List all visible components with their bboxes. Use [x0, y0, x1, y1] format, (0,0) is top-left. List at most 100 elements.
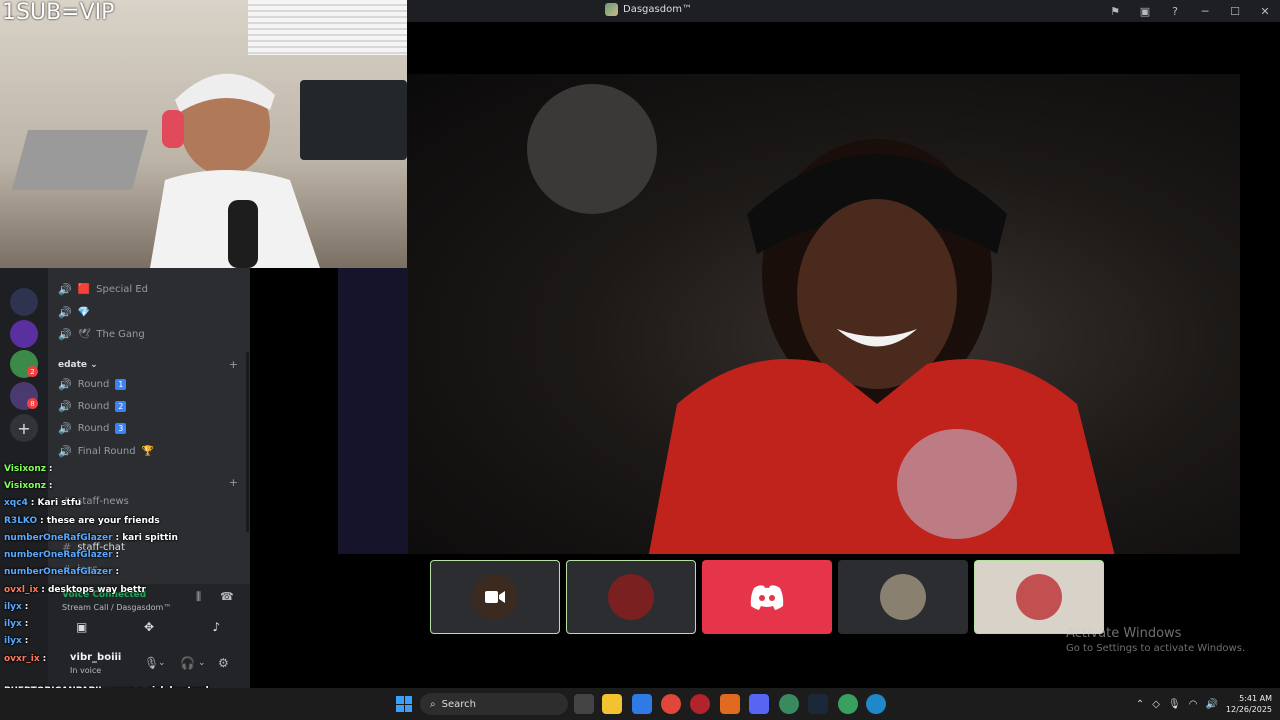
notification-badge: 2: [27, 366, 38, 377]
round-number: 2: [115, 400, 127, 412]
chat-message: ovxr_ix :: [4, 654, 46, 664]
category-name: edate: [58, 360, 88, 370]
channel-emoji: 🕊: [77, 328, 91, 340]
volume-icon[interactable]: 🔊: [1205, 699, 1217, 710]
server-icon[interactable]: [10, 288, 38, 316]
taskbar-search[interactable]: ⌕ Search: [420, 693, 568, 715]
minimize-button[interactable]: ─: [1190, 0, 1220, 22]
mic-tray-icon[interactable]: 🎙: [1168, 699, 1181, 710]
wifi-icon[interactable]: ◠: [1189, 699, 1198, 710]
channel-name: The Gang: [96, 328, 145, 340]
add-server-button[interactable]: +: [10, 414, 38, 442]
participant-tiles: [430, 560, 1104, 634]
chevron-down-icon: ⌄: [90, 360, 98, 370]
server-icon: [605, 3, 618, 16]
create-channel-button[interactable]: +: [229, 358, 238, 371]
maximize-button[interactable]: ☐: [1220, 0, 1250, 22]
participant-tile[interactable]: [430, 560, 560, 634]
app-icon[interactable]: [838, 694, 858, 714]
chat-username: numberOneRafGlazer: [4, 550, 113, 560]
chat-username: Visixonz: [4, 481, 46, 491]
chat-message: numberOneRafGlazer : kari spittin: [4, 533, 178, 543]
chat-text: : desktops way bettr: [41, 585, 146, 595]
chat-message: Visixonz :: [4, 464, 52, 474]
voice-channel[interactable]: 🔊 🕊 The Gang: [58, 325, 145, 343]
participant-avatar: [1016, 574, 1062, 620]
chevron-up-icon[interactable]: ⌃: [1136, 699, 1144, 710]
task-view-icon[interactable]: [574, 694, 594, 714]
speaker-icon: 🔊: [58, 282, 72, 296]
voice-channel[interactable]: 🔊 Round 3: [58, 419, 127, 437]
chat-username: R3LKO: [4, 516, 38, 526]
speaker-icon: 🔊: [58, 444, 72, 458]
clock-time: 5:41 AM: [1239, 694, 1272, 703]
laptop: [11, 130, 149, 190]
chat-message: xqc4 : Kari stfu: [4, 498, 81, 508]
chat-text: :: [24, 619, 29, 629]
steam-icon[interactable]: [808, 694, 828, 714]
chat-message: ilyx :: [4, 636, 28, 646]
screen-share-icon[interactable]: ▣: [1130, 0, 1160, 22]
chat-username: ovxr_ix: [4, 654, 40, 664]
voice-channel[interactable]: 🔊 Round 1: [58, 375, 127, 393]
chat-text: :: [115, 567, 120, 577]
app-icon[interactable]: [779, 694, 799, 714]
chat-message: ovxl_ix : desktops way bettr: [4, 585, 146, 595]
participant-tile[interactable]: [566, 560, 696, 634]
speaker-icon: 🔊: [58, 399, 72, 413]
chat-text: :: [42, 654, 47, 664]
inbox-icon[interactable]: ⚑: [1100, 0, 1130, 22]
chat-username: xqc4: [4, 498, 28, 508]
server-icon[interactable]: [10, 320, 38, 348]
main-video-feed[interactable]: [407, 74, 1240, 554]
trophy-icon: 🏆: [141, 445, 155, 457]
app-icon[interactable]: [690, 694, 710, 714]
speaker-icon: 🔊: [58, 377, 72, 391]
webcam-streamer: [150, 73, 320, 268]
background-lamp: [527, 84, 657, 214]
titlebar-controls: ⚑ ▣ ? ─ ☐ ✕: [1100, 0, 1280, 22]
streamer-video: [648, 139, 1115, 554]
activate-line1: Activate Windows: [1066, 626, 1182, 641]
participant-tile[interactable]: [838, 560, 968, 634]
close-button[interactable]: ✕: [1250, 0, 1280, 22]
search-icon: ⌕: [430, 698, 436, 710]
channel-name: Round: [77, 378, 110, 390]
speaker-icon: 🔊: [58, 421, 72, 435]
category-header[interactable]: edate ⌄: [58, 360, 98, 370]
windows-start-icon[interactable]: [396, 696, 412, 712]
help-icon[interactable]: ?: [1160, 0, 1190, 22]
chat-username: Visixonz: [4, 464, 46, 474]
chat-message: R3LKO : these are your friends: [4, 516, 160, 526]
chat-username: ilyx: [4, 636, 22, 646]
clock[interactable]: 5:41 AM 12/26/2025: [1226, 693, 1272, 715]
chat-message: ilyx :: [4, 602, 28, 612]
notification-badge: 8: [27, 398, 38, 409]
speaker-icon: 🔊: [58, 327, 72, 341]
participant-tile[interactable]: [974, 560, 1104, 634]
voice-channel[interactable]: 🔊 Round 2: [58, 397, 127, 415]
edge-icon[interactable]: [866, 694, 886, 714]
voice-channel[interactable]: 🔊 🟥 Special Ed: [58, 280, 148, 298]
store-icon[interactable]: [632, 694, 652, 714]
speaker-icon: 🔊: [58, 305, 72, 319]
screen: Dasgasdom™ ⚑ ▣ ? ─ ☐ ✕ Activate Windows …: [0, 0, 1280, 720]
chat-username: ilyx: [4, 602, 22, 612]
discord-icon[interactable]: [749, 694, 769, 714]
network-icon[interactable]: ◇: [1152, 699, 1160, 710]
windows-taskbar: ⌕ Search ⌃ ◇ 🎙 ◠ 🔊 5:41 AM 12/26/2025: [0, 688, 1280, 720]
window-titlebar: Dasgasdom™ ⚑ ▣ ? ─ ☐ ✕: [407, 0, 1280, 22]
chat-text: : these are your friends: [40, 516, 160, 526]
participant-tile-active[interactable]: [702, 560, 832, 634]
round-number: 1: [115, 378, 127, 390]
app-icon[interactable]: [720, 694, 740, 714]
round-number: 3: [115, 422, 127, 434]
channel-name: Special Ed: [96, 283, 149, 295]
file-explorer-icon[interactable]: [602, 694, 622, 714]
chrome-icon[interactable]: [661, 694, 681, 714]
system-tray: ⌃ ◇ 🎙 ◠ 🔊 5:41 AM 12/26/2025: [1136, 688, 1272, 720]
voice-channel[interactable]: 🔊 💎: [58, 303, 96, 321]
channel-name: Final Round: [77, 445, 136, 457]
chat-text: : Kari stfu: [30, 498, 82, 508]
activate-windows-watermark: Activate Windows Go to Settings to activ…: [1066, 626, 1245, 654]
